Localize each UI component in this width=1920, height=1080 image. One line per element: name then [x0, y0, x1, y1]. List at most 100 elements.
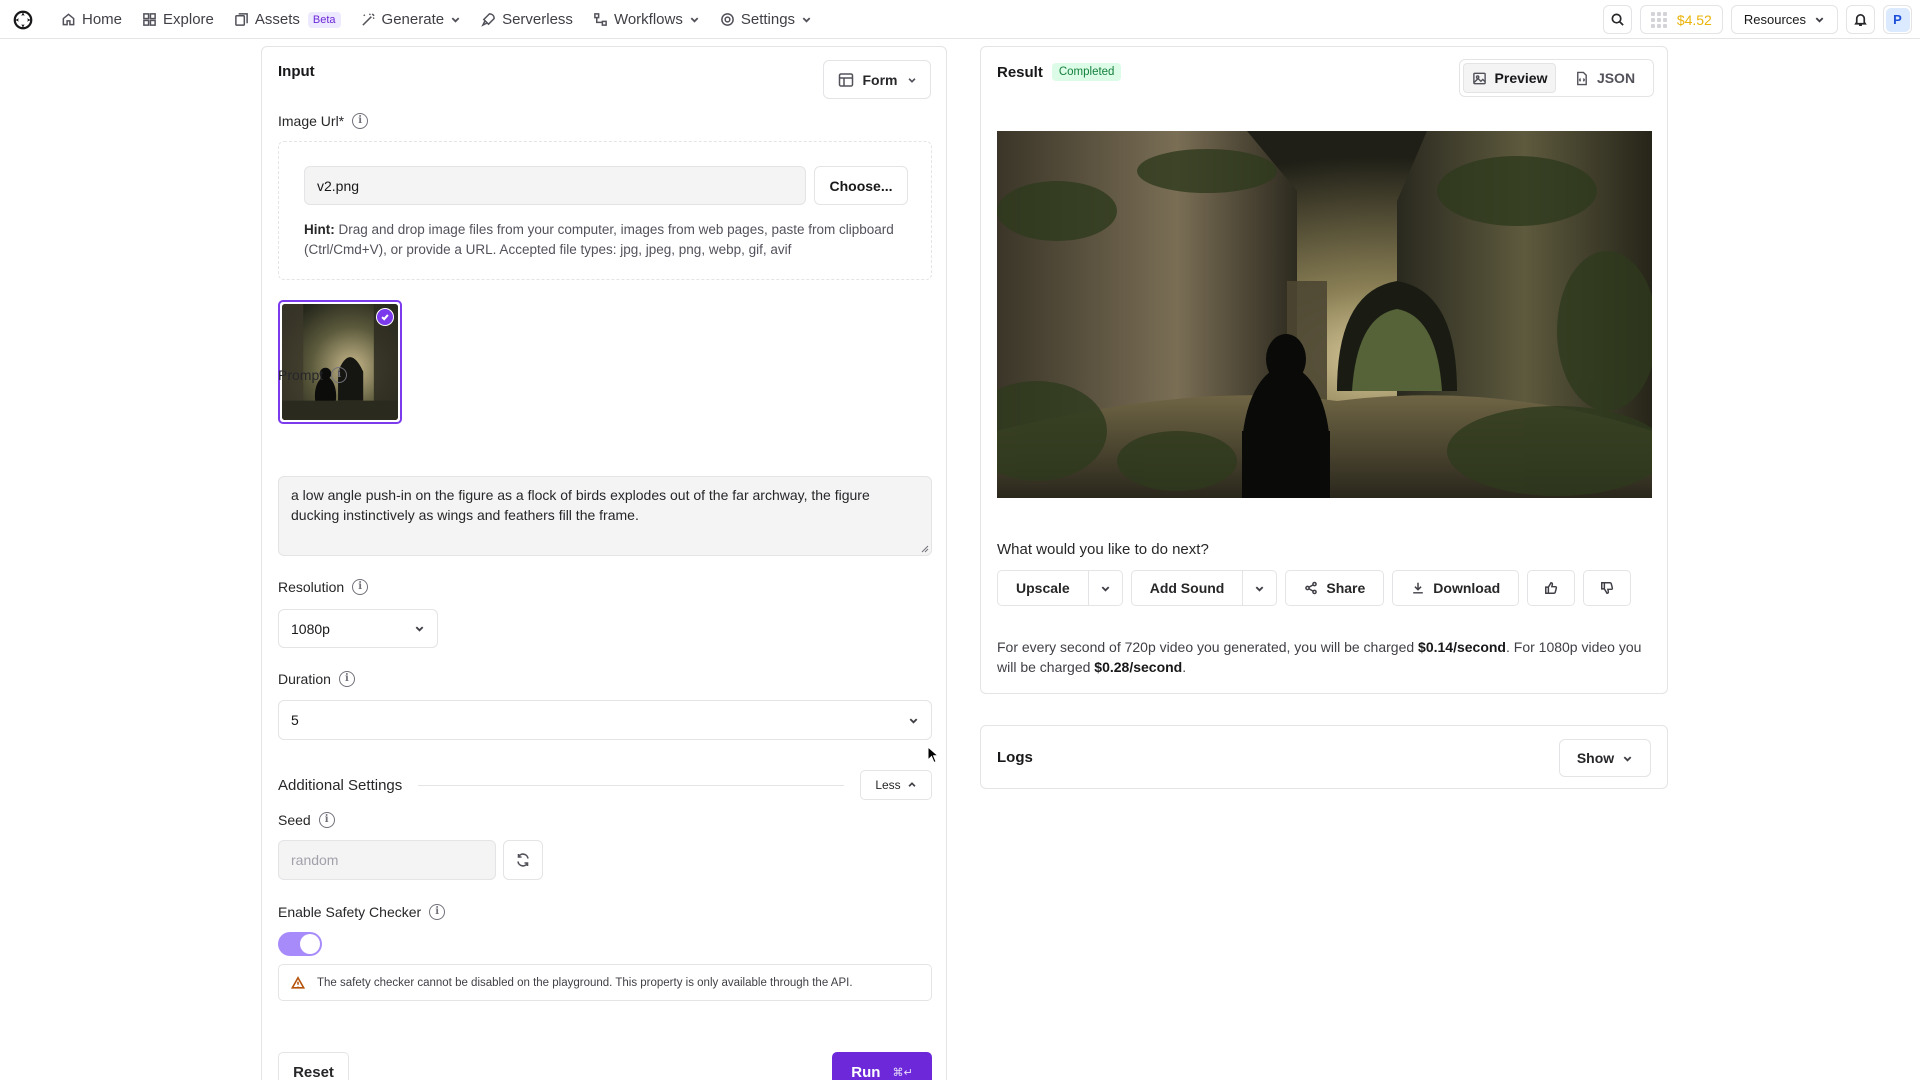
rocket-icon [481, 13, 495, 27]
nav-generate-label: Generate [381, 11, 445, 28]
prompt-label: Prompt i [278, 367, 348, 383]
resolution-value: 1080p [291, 620, 330, 637]
price-1080p: $0.28/second [1094, 659, 1183, 675]
less-label: Less [875, 778, 901, 792]
chevron-down-icon [802, 17, 811, 23]
resolution-select[interactable]: 1080p [278, 609, 438, 648]
hint-prefix: Hint: [304, 222, 335, 237]
upload-hint: Hint: Drag and drop image files from you… [304, 220, 904, 260]
seed-label-text: Seed [278, 812, 311, 828]
beta-badge: Beta [307, 11, 341, 28]
show-logs-label: Show [1576, 750, 1615, 766]
image-url-label: Image Url* i [278, 113, 369, 129]
upscale-options-button[interactable] [1087, 571, 1122, 605]
thumbs-up-icon [1545, 582, 1558, 594]
safety-warning-text: The safety checker cannot be disabled on… [317, 976, 853, 989]
tab-json[interactable]: JSON [1559, 63, 1650, 93]
image-icon [1472, 72, 1486, 84]
add-sound-label: Add Sound [1149, 580, 1225, 596]
result-actions: Upscale Add Sound Share Download [997, 570, 1632, 606]
notifications-button[interactable] [1846, 5, 1875, 34]
chevron-down-icon [1101, 585, 1110, 592]
search-button[interactable] [1602, 5, 1632, 34]
pricing-text-1: For every second of 720p video you gener… [997, 639, 1419, 655]
assets-icon [235, 13, 248, 26]
chevron-down-icon [1256, 585, 1264, 592]
prompt-textarea[interactable]: a low angle push-in on the figure as a f… [278, 476, 932, 556]
logo-icon[interactable] [12, 9, 34, 31]
chevron-down-icon [907, 77, 916, 83]
info-icon[interactable]: i [352, 113, 369, 129]
result-preview-image[interactable] [997, 131, 1652, 498]
download-button[interactable]: Download [1392, 570, 1520, 606]
info-icon[interactable]: i [338, 671, 355, 687]
form-mode-label: Form [862, 71, 898, 88]
selected-image-thumbnail[interactable] [278, 300, 402, 424]
resolution-label: Resolution i [278, 579, 369, 595]
chevron-down-icon [451, 17, 460, 23]
info-icon[interactable]: i [331, 367, 348, 383]
mouse-cursor-icon [927, 746, 939, 764]
duration-select[interactable]: 5 [278, 700, 932, 740]
chevron-down-icon [1623, 755, 1632, 762]
nav-workflows[interactable]: Workflows [584, 5, 709, 35]
seed-label: Seed i [278, 812, 335, 828]
form-mode-dropdown[interactable]: Form [823, 60, 931, 99]
nav-generate[interactable]: Generate [352, 5, 471, 35]
info-icon[interactable]: i [429, 904, 446, 920]
safety-warning: The safety checker cannot be disabled on… [278, 964, 932, 1001]
nav-home[interactable]: Home [52, 5, 131, 35]
upscale-label: Upscale [1016, 580, 1070, 596]
nav-serverless[interactable]: Serverless [472, 5, 582, 35]
run-button[interactable]: Run ⌘↵ [832, 1052, 932, 1080]
safety-checker-toggle[interactable] [278, 932, 322, 956]
nav-explore-label: Explore [163, 11, 214, 28]
nav-explore[interactable]: Explore [133, 5, 223, 35]
duration-value: 5 [291, 712, 299, 728]
show-logs-button[interactable]: Show [1559, 739, 1651, 777]
reset-button[interactable]: Reset [278, 1052, 349, 1080]
nav-settings[interactable]: Settings [711, 5, 821, 35]
logs-panel: Logs Show [980, 725, 1668, 789]
resources-dropdown[interactable]: Resources [1730, 5, 1838, 34]
next-action-question: What would you like to do next? [997, 541, 1209, 558]
thumbs-down-button[interactable] [1583, 570, 1632, 606]
upscale-split-button: Upscale [997, 570, 1123, 606]
input-panel: Input Form Image Url* i v2.png Choose...… [261, 46, 947, 1080]
add-sound-button[interactable]: Add Sound [1132, 571, 1243, 605]
tab-preview[interactable]: Preview [1463, 63, 1556, 93]
download-icon [1413, 582, 1424, 594]
credits-dots-icon [1650, 11, 1667, 28]
download-label: Download [1433, 580, 1501, 596]
thumbs-up-button[interactable] [1527, 570, 1576, 606]
additional-settings-header: Additional Settings Less [278, 770, 932, 800]
info-icon[interactable]: i [318, 812, 335, 828]
wand-icon [361, 13, 375, 26]
nav-assets[interactable]: Assets Beta [225, 5, 350, 35]
seed-input[interactable]: random [278, 840, 496, 880]
choose-file-button[interactable]: Choose... [814, 166, 908, 205]
home-icon [62, 13, 75, 26]
credits-button[interactable]: $4.52 [1639, 5, 1723, 34]
nav-right-tools: $4.52 Resources P [1602, 5, 1912, 34]
add-sound-options-button[interactable] [1242, 571, 1276, 605]
resize-handle-icon[interactable] [919, 543, 929, 553]
credits-amount: $4.52 [1676, 11, 1712, 28]
avatar-button[interactable]: P [1883, 5, 1912, 34]
nav-settings-label: Settings [740, 11, 796, 28]
upscale-button[interactable]: Upscale [998, 571, 1088, 605]
refresh-icon [517, 853, 529, 867]
randomize-seed-button[interactable] [503, 840, 543, 880]
tab-json-label: JSON [1596, 70, 1636, 86]
image-url-input[interactable]: v2.png [304, 166, 806, 205]
selected-check-icon [376, 308, 394, 326]
share-icon [1305, 581, 1318, 595]
safety-checker-label-text: Enable Safety Checker [278, 904, 422, 920]
pricing-text-3: . [1182, 659, 1187, 675]
nav-home-label: Home [82, 11, 123, 28]
image-url-value: v2.png [317, 177, 360, 194]
image-dropzone[interactable]: v2.png Choose... Hint: Drag and drop ima… [278, 141, 932, 280]
share-button[interactable]: Share [1285, 570, 1385, 606]
info-icon[interactable]: i [352, 579, 369, 595]
less-button[interactable]: Less [860, 770, 932, 800]
